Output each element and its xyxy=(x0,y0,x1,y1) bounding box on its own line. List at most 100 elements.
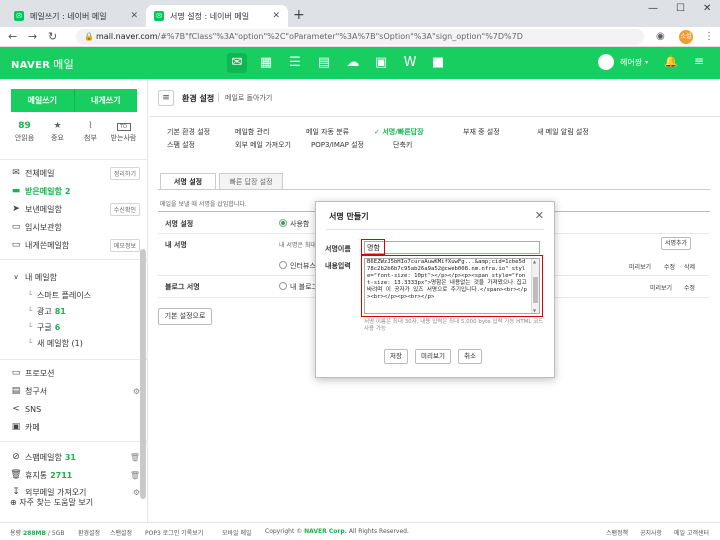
footer-link-mobile[interactable]: 모바일 메일 xyxy=(222,528,252,537)
menu-auto-classify[interactable]: 메일 자동 분류 xyxy=(306,127,349,137)
reload-icon[interactable]: ↻ xyxy=(48,30,57,43)
grid-menu-icon[interactable]: ≡ xyxy=(694,54,704,68)
bell-icon[interactable]: 🔔 xyxy=(664,55,678,68)
url-field[interactable]: 🔒 mail.naver.com/#%7B"fClass"%3A"option"… xyxy=(76,29,644,45)
save-button[interactable]: 저장 xyxy=(384,349,408,364)
close-icon[interactable]: ✕ xyxy=(535,209,544,222)
recipient-filter[interactable]: TO 받는사람 xyxy=(107,121,140,143)
tree-branch-icon: └ xyxy=(27,291,33,299)
tab-signature-settings[interactable]: 서명 설정 xyxy=(160,173,216,190)
more-app-icon[interactable]: ■ xyxy=(428,53,448,73)
back-arrow-icon[interactable]: ← xyxy=(8,30,17,43)
unread-filter[interactable]: 89 안읽음 xyxy=(8,121,41,143)
cafe-item[interactable]: ▣ 카페 xyxy=(10,419,140,435)
signature-name-input[interactable] xyxy=(364,241,540,254)
preview-button[interactable]: 미리보기 xyxy=(415,349,451,364)
back-to-mail-link[interactable]: 메일로 돌아가기 xyxy=(225,93,272,103)
reset-default-button[interactable]: 기본 설정으로 xyxy=(158,308,212,325)
mailbox-self[interactable]: ▭ 내게쓴메일함 메모정보 xyxy=(10,237,140,253)
window-close-icon[interactable]: ✕ xyxy=(703,3,711,14)
attachment-filter[interactable]: ⌇ 첨부 xyxy=(74,121,107,143)
footer-link-pop3-log[interactable]: POP3 로그인 기록보기 xyxy=(145,528,203,537)
tab-close-icon[interactable]: ✕ xyxy=(272,11,280,21)
menu-absence[interactable]: 부재 중 설정 xyxy=(463,127,500,137)
unread-count: 89 xyxy=(18,121,31,131)
signature-radio[interactable] xyxy=(279,261,287,269)
contacts-app-icon[interactable]: ☰ xyxy=(285,53,305,73)
folder-item[interactable]: └ 새 메일함 (1) xyxy=(26,335,138,351)
menu-basic-settings[interactable]: 기본 환경 설정 xyxy=(167,127,210,137)
menu-toggle-icon[interactable]: ≡ xyxy=(158,90,174,106)
folder-item[interactable]: └ 광고 81 xyxy=(26,303,138,319)
minimize-icon[interactable]: — xyxy=(648,3,658,14)
blog-signature-radio[interactable] xyxy=(279,282,287,290)
camera-icon[interactable]: ◉ xyxy=(656,31,665,42)
trash-icon[interactable]: 🗑 xyxy=(130,453,140,462)
quick-label: 중요 xyxy=(51,134,64,142)
add-signature-button[interactable]: 서명추가 xyxy=(661,237,692,250)
menu-pop3-imap[interactable]: POP3/IMAP 설정 xyxy=(311,140,364,150)
promotion-item[interactable]: ▭ 프로모션 xyxy=(10,365,140,381)
important-filter[interactable]: ★ 중요 xyxy=(41,121,74,143)
folder-item[interactable]: └ 구글 6 xyxy=(26,319,138,335)
mailbox-all[interactable]: ✉ 전체메일 정리하기 xyxy=(10,165,140,181)
kebab-menu-icon[interactable]: ⋮ xyxy=(704,31,714,42)
naver-mail-logo[interactable]: NAVER 메일 xyxy=(11,56,74,72)
billing-item[interactable]: ▤ 청구서 ⚙ xyxy=(10,383,140,399)
sidebar-scrollbar[interactable] xyxy=(140,249,146,499)
folder-item[interactable]: └ 스마트 플레이스 xyxy=(26,287,138,303)
footer-link-spam[interactable]: 스팬설정 xyxy=(110,528,132,537)
footer-link-spam-policy[interactable]: 스팸정책 xyxy=(606,528,628,537)
word-app-icon[interactable]: W xyxy=(400,53,420,73)
gear-icon[interactable]: ⚙ xyxy=(133,488,140,497)
footer-link-support[interactable]: 메일 고객센터 xyxy=(674,528,709,537)
organize-button[interactable]: 정리하기 xyxy=(109,166,140,180)
spam-item[interactable]: ⊘ 스팸메일함 31 🗑 xyxy=(10,449,140,465)
self-compose-button[interactable]: 내게쓰기 xyxy=(73,89,137,112)
my-folders-header[interactable]: ∨ 내 메일함 xyxy=(10,269,140,285)
calendar-app-icon[interactable]: ▦ xyxy=(256,53,276,73)
maximize-icon[interactable]: ☐ xyxy=(676,3,685,14)
menu-signature[interactable]: ✓ 서명/빠른답장 xyxy=(374,127,424,137)
mailbox-label: 받은메일함 2 xyxy=(25,186,71,196)
memo-button[interactable]: 메모정보 xyxy=(109,238,140,252)
trash-empty-icon[interactable]: 🗑 xyxy=(130,471,140,480)
memo-app-icon[interactable]: ▤ xyxy=(314,53,334,73)
mail-app-icon[interactable]: ✉ xyxy=(227,53,247,73)
cloud-app-icon[interactable]: ☁ xyxy=(343,53,363,73)
user-menu[interactable]: 헤어짱 ▾ xyxy=(598,54,648,70)
tab-quick-reply[interactable]: 빠른 답장 설정 xyxy=(219,173,283,190)
preview-link[interactable]: 미리보기 xyxy=(650,283,672,292)
mailbox-inbox[interactable]: ▬ 받은메일함 2 xyxy=(10,183,140,199)
compose-button[interactable]: 메일쓰기 xyxy=(11,89,74,112)
browser-tab-signature[interactable]: ✉ 서명 설정 : 네이버 메일 ✕ xyxy=(146,5,288,27)
help-link[interactable]: ⊕ 자주 찾는 도움말 보기 xyxy=(10,497,93,508)
profile-avatar[interactable]: 소셜 xyxy=(679,30,693,44)
cancel-button[interactable]: 취소 xyxy=(458,349,482,364)
menu-new-mail-alert[interactable]: 새 메일 알림 설정 xyxy=(537,127,589,137)
mailbox-drafts[interactable]: ▭ 임시보관함 xyxy=(10,219,140,235)
preview-link[interactable]: 미리보기 xyxy=(629,262,651,271)
menu-spam[interactable]: 스팸 설정 xyxy=(167,140,195,150)
footer-link-settings[interactable]: 환경설정 xyxy=(78,528,100,537)
forward-arrow-icon[interactable]: → xyxy=(28,30,37,43)
read-receipt-button[interactable]: 수신확인 xyxy=(109,202,140,216)
sns-item[interactable]: < SNS xyxy=(10,401,140,417)
menu-shortcut[interactable]: 단축키 xyxy=(393,140,412,150)
brand-text: NAVER xyxy=(11,60,51,71)
office-app-icon[interactable]: ▣ xyxy=(371,53,391,73)
star-icon: ★ xyxy=(53,121,62,131)
gear-icon[interactable]: ⚙ xyxy=(133,387,140,396)
mailbox-sent[interactable]: ➤ 보낸메일함 수신확인 xyxy=(10,201,140,217)
tab-close-icon[interactable]: ✕ xyxy=(130,11,138,21)
trash-item[interactable]: 🗑 휴지통 2711 🗑 xyxy=(10,467,140,483)
menu-mailbox-manage[interactable]: 메일함 관리 xyxy=(235,127,269,137)
new-tab-button[interactable]: + xyxy=(293,7,305,23)
edit-link[interactable]: 수정 xyxy=(684,283,695,292)
menu-external-mail[interactable]: 외부 메일 가져오기 xyxy=(235,140,291,150)
browser-tab-compose[interactable]: ✉ 메일쓰기 : 네이버 메일 ✕ xyxy=(6,5,146,27)
signature-on-radio[interactable] xyxy=(279,219,287,227)
edit-link[interactable]: 수정 xyxy=(664,262,675,271)
footer-link-notice[interactable]: 공지사항 xyxy=(640,528,662,537)
delete-link[interactable]: 삭제 xyxy=(684,262,695,271)
